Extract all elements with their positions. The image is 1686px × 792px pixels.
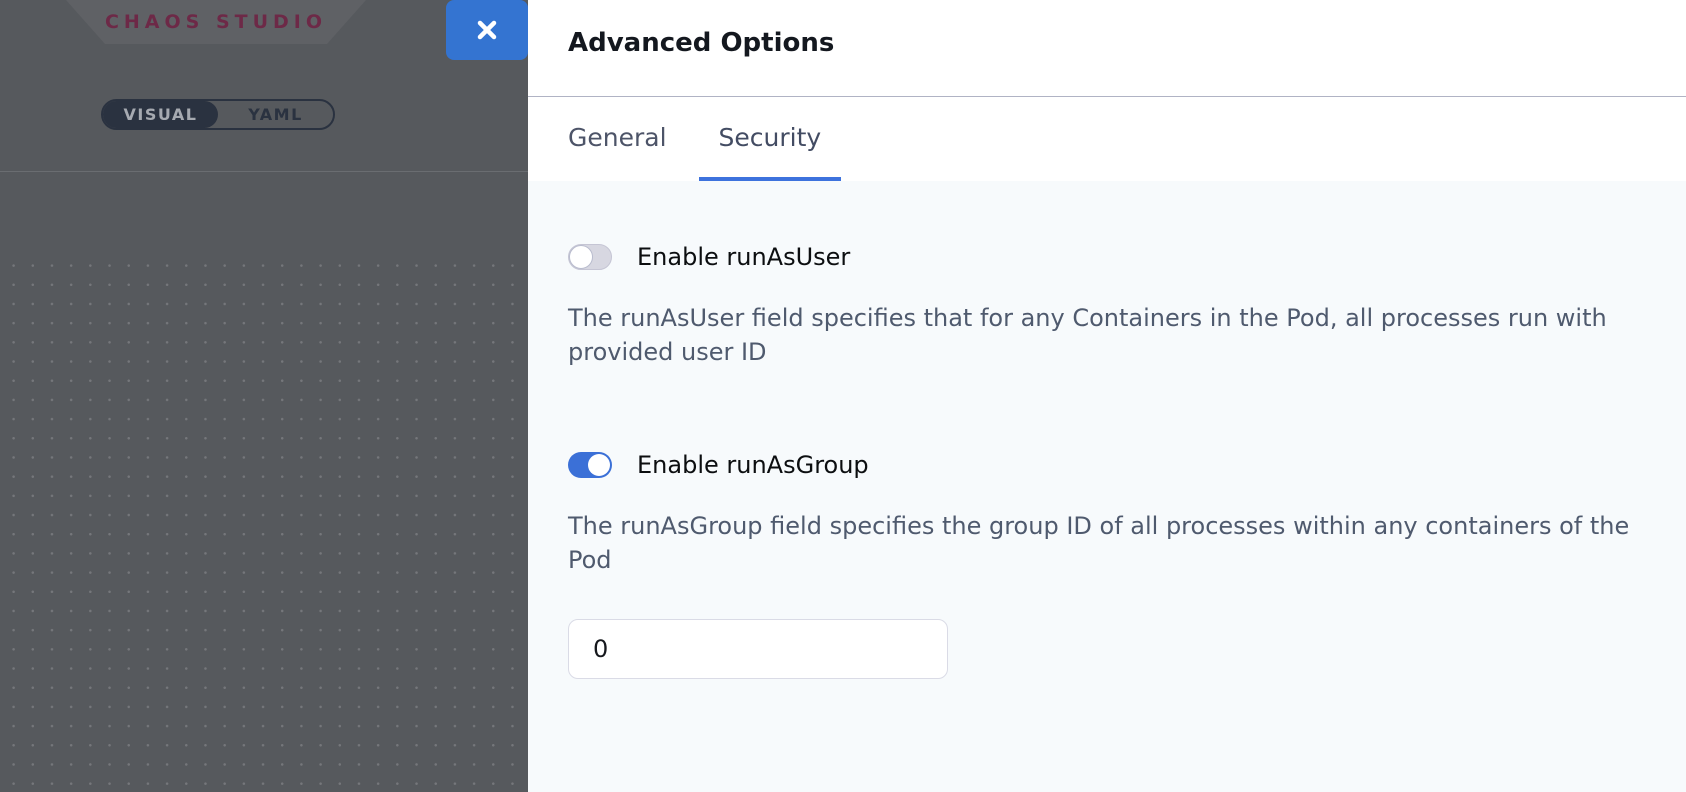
visual-yaml-toggle: VISUAL YAML [101, 99, 335, 130]
drawer-header: Advanced Options [528, 0, 1686, 97]
tab-general[interactable]: General [568, 97, 667, 181]
toggle-knob [588, 454, 610, 476]
run-as-group-description: The runAsGroup field specifies the group… [568, 509, 1646, 577]
run-as-user-description: The runAsUser field specifies that for a… [568, 301, 1646, 369]
run-as-group-label: Enable runAsGroup [637, 451, 869, 479]
run-as-group-row: Enable runAsGroup [568, 369, 1646, 479]
run-as-group-toggle[interactable] [568, 452, 612, 478]
run-as-user-row: Enable runAsUser [568, 181, 1646, 271]
advanced-options-drawer: Advanced Options General Security Enable… [528, 0, 1686, 792]
visual-tab[interactable]: VISUAL [103, 101, 218, 128]
brand-banner: CHAOS STUDIO [66, 0, 366, 44]
yaml-tab[interactable]: YAML [218, 101, 333, 128]
toggle-knob [569, 245, 593, 269]
backdrop-divider [0, 171, 528, 172]
dotted-grid-canvas [0, 248, 528, 792]
tab-security[interactable]: Security [699, 97, 842, 181]
close-drawer-button[interactable] [446, 0, 528, 60]
run-as-group-value-input[interactable] [568, 619, 948, 679]
drawer-title: Advanced Options [568, 28, 1646, 58]
brand-banner-label: CHAOS STUDIO [105, 11, 327, 33]
drawer-tab-bar: General Security [528, 97, 1686, 181]
security-tab-content: Enable runAsUser The runAsUser field spe… [528, 181, 1686, 792]
run-as-user-toggle[interactable] [568, 244, 612, 270]
dimmed-canvas-backdrop: CHAOS STUDIO VISUAL YAML [0, 0, 528, 792]
close-icon [472, 15, 502, 45]
run-as-user-label: Enable runAsUser [637, 243, 850, 271]
